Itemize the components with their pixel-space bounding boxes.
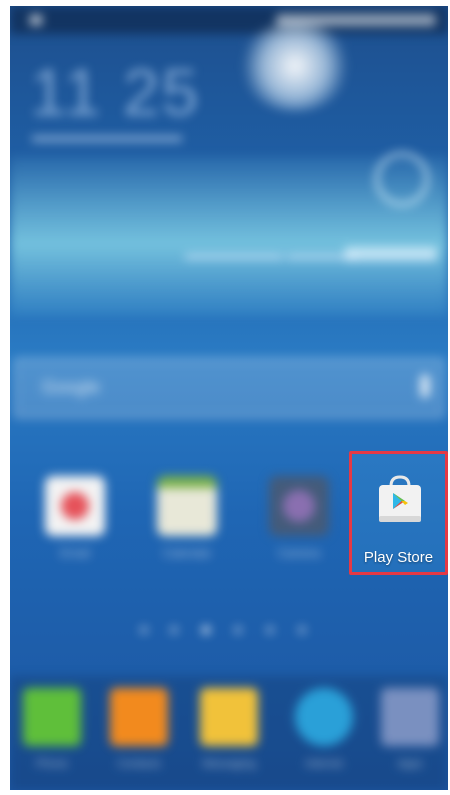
page-dot [170, 626, 178, 634]
dock-apps[interactable]: Apps [376, 688, 444, 770]
search-placeholder: Google [42, 377, 101, 397]
google-search-bar[interactable]: Google [14, 358, 444, 418]
weather-temperature: ▬▬ [345, 219, 437, 271]
page-indicator [140, 626, 330, 638]
camera-icon [269, 476, 329, 536]
dock-internet[interactable]: Internet [290, 688, 358, 770]
clock-date: ▬▬▬▬▬▬▬▬▬▬ [32, 128, 182, 145]
page-dot [140, 626, 148, 634]
app-label: Camera [277, 546, 321, 560]
dock-label: Apps [397, 758, 423, 770]
status-bar [10, 6, 448, 34]
app-email[interactable]: Email [40, 476, 110, 560]
dock-messaging[interactable]: Messaging [195, 688, 263, 770]
dock: Phone Contacts Messaging Internet Apps [10, 676, 448, 790]
phone-icon [23, 688, 81, 746]
app-label: Calendar [162, 546, 212, 560]
page-dot [234, 626, 242, 634]
dock-label: Messaging [202, 758, 256, 770]
wallpaper-sun [240, 21, 350, 111]
contacts-icon [110, 688, 168, 746]
sun-icon [375, 152, 429, 206]
clock-widget: 11 25 [30, 55, 201, 129]
play-store-icon [379, 475, 421, 522]
dock-contacts[interactable]: Contacts [105, 688, 173, 770]
dock-label: Contacts [117, 758, 161, 770]
notification-icon [30, 15, 42, 25]
internet-icon [295, 688, 353, 746]
app-camera[interactable]: Camera [264, 476, 334, 560]
app-label: Email [59, 546, 90, 560]
dock-label: Internet [305, 758, 343, 770]
email-icon [45, 476, 105, 536]
blurred-background: 11 25 ▬▬▬▬▬▬▬▬▬▬ ▬▬▬▬▬▬▬ ▬▬▬▬▬ ▬▬ Google… [10, 6, 448, 790]
calendar-icon [157, 476, 217, 536]
page-dot [298, 626, 306, 634]
page-dot-active [202, 626, 210, 634]
play-store-label: Play Store [363, 549, 434, 566]
page-dot [266, 626, 274, 634]
microphone-icon[interactable] [420, 374, 430, 398]
dock-label: Phone [36, 758, 68, 770]
home-screen: 11 25 ▬▬▬▬▬▬▬▬▬▬ ▬▬▬▬▬▬▬ ▬▬▬▬▬ ▬▬ Google… [10, 6, 448, 790]
play-store-app[interactable]: Play Store [349, 451, 448, 575]
dock-phone[interactable]: Phone [18, 688, 86, 770]
app-calendar[interactable]: Calendar [152, 476, 222, 560]
weather-text: ▬▬▬▬▬▬▬ ▬▬▬▬▬ [185, 246, 357, 262]
apps-grid-icon [381, 688, 439, 746]
messaging-icon [200, 688, 258, 746]
